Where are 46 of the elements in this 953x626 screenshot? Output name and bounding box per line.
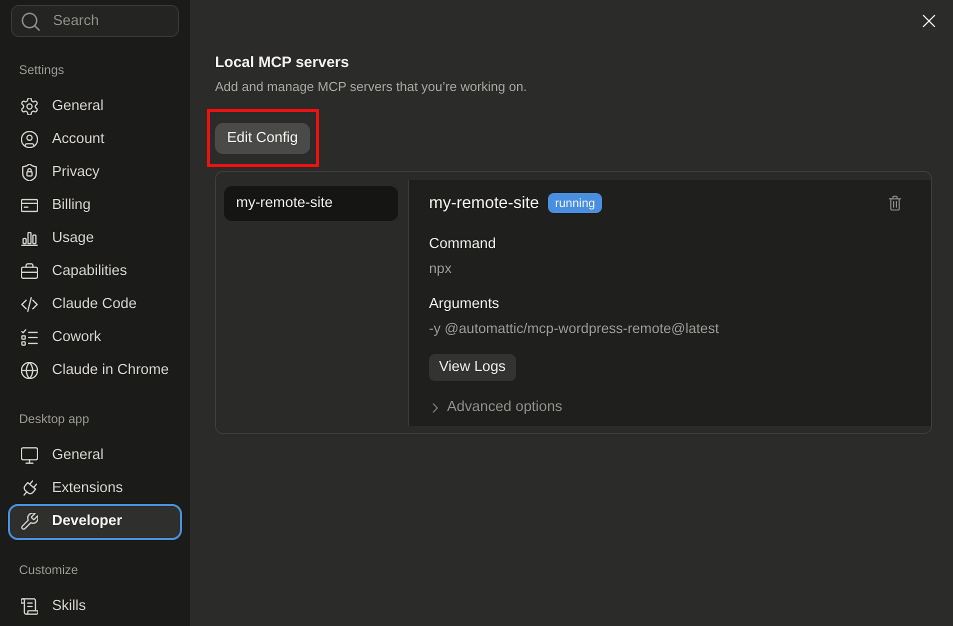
sidebar-item[interactable]: Usage bbox=[8, 222, 182, 255]
sidebar-item[interactable]: Skills bbox=[8, 590, 182, 623]
gear-icon bbox=[21, 98, 38, 115]
sidebar-item[interactable]: Billing bbox=[8, 189, 182, 222]
sidebar-item[interactable]: Developer bbox=[8, 504, 182, 540]
trash-icon bbox=[888, 195, 902, 211]
search-icon bbox=[21, 12, 40, 30]
sidebar-item[interactable]: Cowork bbox=[8, 321, 182, 354]
close-button[interactable] bbox=[921, 13, 937, 29]
wrench-icon bbox=[21, 513, 38, 530]
status-badge: running bbox=[548, 193, 602, 213]
sidebar-item[interactable]: General bbox=[8, 439, 182, 472]
sidebar-item[interactable]: Account bbox=[8, 123, 182, 156]
advanced-options-toggle[interactable]: Advanced options bbox=[429, 398, 562, 418]
checklist-icon bbox=[21, 329, 38, 346]
credit-card-icon bbox=[21, 197, 38, 214]
monitor-icon bbox=[21, 447, 38, 464]
sidebar-item[interactable]: Claude Code bbox=[8, 288, 182, 321]
plug-icon bbox=[21, 480, 38, 497]
section-heading: Local MCP servers bbox=[215, 53, 349, 73]
field-label: Arguments bbox=[429, 295, 500, 314]
sidebar-item[interactable]: Claude in Chrome bbox=[8, 354, 182, 387]
sidebar-item[interactable]: Privacy bbox=[8, 156, 182, 189]
sidebar-item[interactable]: Extensions bbox=[8, 472, 182, 505]
close-icon bbox=[921, 13, 937, 29]
field-value: -y @automattic/mcp-wordpress-remote@latest bbox=[429, 319, 719, 338]
sidebar-item[interactable]: Capabilities bbox=[8, 255, 182, 288]
sidebar-item[interactable]: General bbox=[8, 90, 182, 123]
code-icon bbox=[21, 296, 38, 313]
briefcase-icon bbox=[21, 263, 38, 280]
section-title: Customize bbox=[19, 562, 78, 579]
edit-config-button[interactable]: Edit Config bbox=[215, 123, 310, 154]
field-label: Command bbox=[429, 235, 496, 254]
section-title: Desktop app bbox=[19, 410, 90, 428]
delete-button[interactable] bbox=[888, 195, 902, 211]
view-logs-button[interactable]: View Logs bbox=[429, 354, 516, 381]
shield-lock-icon bbox=[21, 164, 38, 181]
section-description: Add and manage MCP servers that you’re working on. bbox=[215, 78, 527, 96]
search-field[interactable]: Search bbox=[11, 5, 179, 37]
bar-chart-icon bbox=[21, 230, 38, 247]
field-value: npx bbox=[429, 259, 452, 278]
scroll-icon bbox=[21, 598, 38, 615]
server-list-item[interactable]: my-remote-site bbox=[224, 186, 398, 221]
globe-icon bbox=[21, 362, 38, 379]
server-name: my-remote-site bbox=[429, 192, 540, 214]
section-title: Settings bbox=[19, 62, 64, 79]
